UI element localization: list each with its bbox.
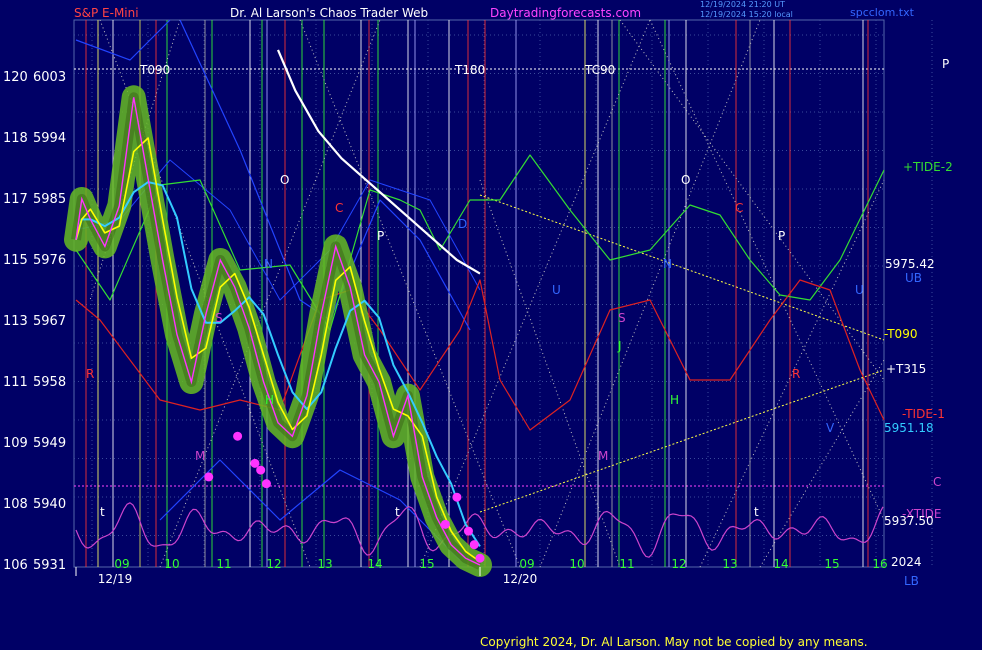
cycle-letter-marker: P <box>778 229 785 243</box>
cycle-letter-marker: P <box>377 229 384 243</box>
y-tick-left: 120 <box>3 70 28 85</box>
top-marker-label: TC90 <box>584 63 615 77</box>
x-hour-label: 14 <box>367 557 382 571</box>
cycle-letter-marker: U <box>552 283 561 297</box>
cycle-letter-marker: H <box>265 393 274 407</box>
cycle-letter-marker: U <box>855 283 864 297</box>
cycle-letter-marker: H <box>670 393 679 407</box>
y-tick-left: 109 <box>3 436 28 451</box>
right-axis-label: LB <box>904 574 919 588</box>
chaos-chart-svg: 106 5931 108 5940 109 5949 111 5958 113 5967 115 59… <box>3 19 953 588</box>
right-axis-label: -TIDE-1 <box>902 407 945 421</box>
price-dot <box>233 431 243 441</box>
y-tick-left: 117 <box>3 192 28 207</box>
price-dot <box>440 519 450 529</box>
x-hour-label: 11 <box>619 557 634 571</box>
x-hour-label: 10 <box>569 557 584 571</box>
cycle-letter-marker: t <box>754 505 759 519</box>
cycle-letter-marker: D <box>458 217 467 231</box>
x-hour-label: 15 <box>419 557 434 571</box>
cycle-letter-marker: N <box>663 257 672 271</box>
price-dot <box>469 540 479 550</box>
cycle-letter-marker: O <box>681 173 690 187</box>
projection-line <box>619 19 885 381</box>
top-marker-label: T180 <box>454 63 485 77</box>
cycle-letter-marker: V <box>826 421 835 435</box>
y-tick-right: 6003 <box>33 70 66 85</box>
y-tick-right: 5985 <box>33 192 66 207</box>
right-axis-label: -T090 <box>884 327 917 341</box>
y-tick-left: 118 <box>3 131 28 146</box>
right-axis-label: C <box>933 475 941 489</box>
price-dot <box>204 472 214 482</box>
cycle-letter-marker: R <box>86 367 94 381</box>
right-axis-label: +T315 <box>886 362 926 376</box>
top-marker-label: T090 <box>139 63 170 77</box>
right-axis-label: 5937.50 <box>884 514 934 528</box>
projection-line <box>419 19 651 568</box>
y-tick-left: 111 <box>3 375 28 390</box>
right-axis-label: 5975.42 <box>885 257 935 271</box>
y-tick-right: 5958 <box>33 375 66 390</box>
x-hour-label: 11 <box>216 557 231 571</box>
t090-projection-line <box>479 194 885 341</box>
y-tick-left: 115 <box>3 253 28 268</box>
price-dot <box>256 465 266 475</box>
x-date-label: 12/19 <box>98 572 133 586</box>
x-hour-label: 14 <box>773 557 788 571</box>
price-volatility-band <box>64 85 492 577</box>
projection-line <box>649 19 885 521</box>
price-layer <box>64 85 492 577</box>
projection-line <box>479 179 621 568</box>
cycle-letter-marker: O <box>280 173 289 187</box>
y-tick-right: 5940 <box>33 497 66 512</box>
y-tick-right: 5976 <box>33 253 66 268</box>
xtide-oscillator <box>75 502 884 558</box>
x-hour-label: 12 <box>266 557 281 571</box>
cycle-letter-marker: M <box>195 449 205 463</box>
x-hour-label: 13 <box>722 557 737 571</box>
y-tick-right: 5949 <box>33 436 66 451</box>
price-dot <box>475 553 485 563</box>
y-tick-left: 106 <box>3 558 28 573</box>
right-axis-label: 2024 <box>891 555 922 569</box>
right-axis-label: +TIDE-2 <box>903 160 953 174</box>
cycle-letter-marker: S <box>215 311 223 325</box>
indicator-curves <box>75 19 885 561</box>
x-hour-label: 12 <box>671 557 686 571</box>
cycle-letter-marker: R <box>792 367 800 381</box>
cycle-letter-marker: J <box>617 339 622 353</box>
cycle-letter-marker: N <box>264 257 273 271</box>
cycle-letter-marker: C <box>735 201 743 215</box>
cycle-letter-marker: t <box>395 505 400 519</box>
cycle-letter-marker: t <box>100 505 105 519</box>
y-tick-left: 108 <box>3 497 28 512</box>
price-dot <box>261 479 271 489</box>
t315-projection-line <box>479 369 885 513</box>
x-hour-label: 09 <box>114 557 129 571</box>
price-dot <box>463 526 473 536</box>
y-tick-right: 5967 <box>33 314 66 329</box>
y-tick-left: 113 <box>3 314 28 329</box>
x-hour-label: 13 <box>317 557 332 571</box>
right-axis-label: P <box>942 57 949 71</box>
x-hour-label: 15 <box>824 557 839 571</box>
y-tick-right: 5994 <box>33 131 66 146</box>
projection-line <box>539 19 761 568</box>
cycle-letter-marker: S <box>618 311 626 325</box>
x-hour-label: 16 <box>872 557 887 571</box>
cycle-letter-marker: M <box>598 449 608 463</box>
x-date-label: 12/20 <box>503 572 538 586</box>
x-hour-label: 10 <box>164 557 179 571</box>
cycle-letter-marker: C <box>335 201 343 215</box>
right-axis-label: 5951.18 <box>884 421 934 435</box>
x-hour-label: 09 <box>519 557 534 571</box>
right-axis-label: UB <box>905 271 922 285</box>
y-tick-right: 5931 <box>33 558 66 573</box>
price-dot <box>452 492 462 502</box>
